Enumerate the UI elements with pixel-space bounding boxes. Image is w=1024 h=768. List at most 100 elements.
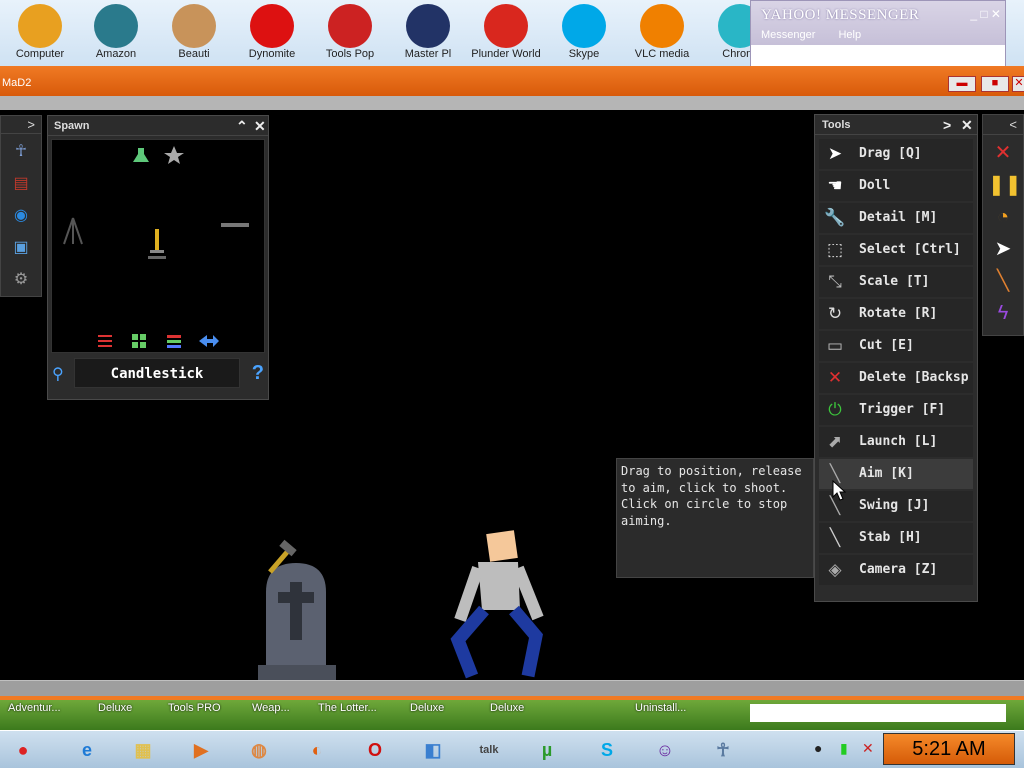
vlc-cone-icon [640, 4, 684, 48]
spawn-search-input[interactable]: Candlestick [74, 358, 240, 388]
tools-close-icon[interactable]: ✕ [961, 115, 973, 135]
desktop-icon[interactable]: Dynomite [236, 4, 308, 66]
tool-item[interactable]: ➤ Drag [Q] [819, 139, 973, 169]
google-talk-icon[interactable]: talk [472, 735, 506, 765]
globe-icon[interactable]: ◉ [7, 202, 35, 230]
search-icon[interactable]: ⚲ [52, 364, 64, 384]
cube-app-icon[interactable]: ◧ [416, 735, 450, 765]
quick-launch-item[interactable]: Tools PRO [168, 702, 221, 714]
tool-item[interactable]: ↻ Rotate [R] [819, 299, 973, 329]
tool-item[interactable]: ⬚ Select [Ctrl] [819, 235, 973, 265]
yahoo-window-controls[interactable]: _ □ ✕ [970, 7, 1001, 21]
save-disk-icon[interactable]: ▣ [7, 234, 35, 262]
plank-item[interactable] [221, 223, 249, 227]
chrome-icon[interactable]: ◍ [242, 735, 276, 765]
yahoo-menu-messenger[interactable]: Messenger [761, 29, 815, 41]
desktop-icon-label: Beauti [178, 48, 210, 60]
tool-item[interactable]: ◈ Camera [Z] [819, 555, 973, 585]
ground-floor [0, 680, 1024, 696]
ragdoll-figure[interactable] [450, 530, 544, 679]
yahoo-messenger-window[interactable]: YAHOO! MESSENGER _ □ ✕ Messenger Help [750, 0, 1006, 68]
tray-dot-icon[interactable]: ● [814, 740, 822, 756]
launch-icon: ⬈ [827, 432, 843, 451]
angry-birds-icon[interactable]: ● [6, 735, 40, 765]
tool-item[interactable]: ⏻ Trigger [F] [819, 395, 973, 425]
tools-expand-icon[interactable]: > [943, 115, 951, 135]
tool-item[interactable]: ▭ Cut [E] [819, 331, 973, 361]
quick-launch-item[interactable]: Deluxe [490, 702, 524, 714]
tool-item-label: Select [Ctrl] [859, 242, 961, 257]
desktop-icon[interactable]: Tools Pop [314, 4, 386, 66]
quick-launch-item[interactable]: Weap... [252, 702, 290, 714]
internet-explorer-icon[interactable]: e [70, 735, 104, 765]
quick-launch-item[interactable]: Uninstall... [635, 702, 686, 714]
desktop-icon[interactable]: Master Pl [392, 4, 464, 66]
settings-gear-icon[interactable]: ⚙ [7, 266, 35, 294]
tool-item[interactable]: ⬈ Launch [L] [819, 427, 973, 457]
filter-sliders-icon[interactable] [98, 335, 112, 347]
tool-item[interactable]: ╲ Stab [H] [819, 523, 973, 553]
yahoo-messenger-icon[interactable]: ☺ [648, 735, 682, 765]
left-toolbar-expand[interactable]: > [1, 116, 41, 134]
candlestick-item[interactable] [148, 229, 166, 259]
tools-header: Tools > ✕ [815, 115, 977, 135]
spawn-preview[interactable] [51, 139, 265, 353]
maximize-button[interactable]: ■ [981, 76, 1009, 92]
utorrent-icon[interactable]: µ [530, 735, 564, 765]
tool-item-label: Stab [H] [859, 530, 922, 545]
taskbar-clock[interactable]: 5:21 AM [883, 733, 1015, 765]
desktop-icon[interactable]: Beauti [158, 4, 230, 66]
network-icon[interactable]: ▮ [840, 740, 848, 757]
spawn-close-icon[interactable]: ✕ [254, 116, 266, 136]
list-view-icon[interactable] [167, 335, 181, 348]
minimize-button[interactable]: ▬ [948, 76, 976, 92]
stopwatch-icon[interactable]: ◔ [988, 203, 1018, 231]
quick-launch-item[interactable]: Deluxe [98, 702, 132, 714]
knife-icon[interactable]: ╲ [988, 267, 1018, 295]
ragdoll-icon[interactable]: ☥ [7, 138, 35, 166]
desktop-icon[interactable]: VLC media [626, 4, 698, 66]
collapse-icon[interactable]: ⌃ [236, 116, 248, 136]
quick-launch-item[interactable]: Deluxe [410, 702, 444, 714]
tool-item[interactable]: 🔧 Detail [M] [819, 203, 973, 233]
quick-launch-item[interactable]: Adventur... [8, 702, 61, 714]
plunder-p-icon [484, 4, 528, 48]
firefox-icon[interactable]: ◐ [300, 735, 334, 765]
quick-launch-item[interactable]: The Lotter... [318, 702, 377, 714]
tool-item-label: Launch [L] [859, 434, 938, 449]
star-icon[interactable] [164, 146, 184, 164]
media-player-icon[interactable]: ▶ [184, 735, 218, 765]
game-figure-icon[interactable]: ☥ [706, 735, 740, 765]
potion-flask-icon[interactable] [133, 148, 149, 162]
right-toolbar-collapse[interactable]: < [983, 115, 1023, 135]
tripod-icon[interactable] [63, 217, 83, 245]
tool-item[interactable]: ⤡ Scale [T] [819, 267, 973, 297]
pointer-icon[interactable]: ➤ [988, 235, 1018, 263]
tool-item[interactable]: ✕ Delete [Backsp [819, 363, 973, 393]
lightning-icon[interactable]: ϟ [988, 299, 1018, 327]
swap-arrows-icon[interactable] [199, 335, 219, 347]
tool-tooltip: Drag to position, release to aim, click … [616, 458, 814, 578]
help-icon[interactable]: ? [252, 362, 264, 385]
book-icon[interactable]: ▤ [7, 170, 35, 198]
desktop-icon[interactable]: Computer [4, 4, 76, 66]
desktop-icon[interactable]: Skype [548, 4, 620, 66]
opera-icon[interactable]: O [358, 735, 392, 765]
spawn-preview-scene [63, 146, 249, 348]
pause-icon[interactable]: ❚❚ [988, 171, 1022, 199]
skype-icon[interactable]: S [590, 735, 624, 765]
grid-view-icon[interactable] [132, 334, 146, 348]
tool-item[interactable]: ☚ Doll [819, 171, 973, 201]
desktop-icon[interactable]: Amazon [80, 4, 152, 66]
yahoo-menu-help[interactable]: Help [838, 29, 861, 41]
volume-muted-icon[interactable]: ✕ [862, 740, 874, 757]
close-button[interactable]: ✕ [1012, 76, 1024, 92]
clear-x-icon[interactable]: ✕ [988, 139, 1018, 167]
cut-icon: ▭ [826, 336, 844, 355]
gravestone[interactable] [258, 563, 336, 680]
master-pl-shield-icon [406, 4, 450, 48]
folder-icon[interactable]: ▦ [126, 735, 160, 765]
power-icon: ⏻ [828, 400, 842, 419]
desktop-icon[interactable]: Plunder World [470, 4, 542, 66]
desktop-icon-label: Skype [568, 48, 600, 60]
